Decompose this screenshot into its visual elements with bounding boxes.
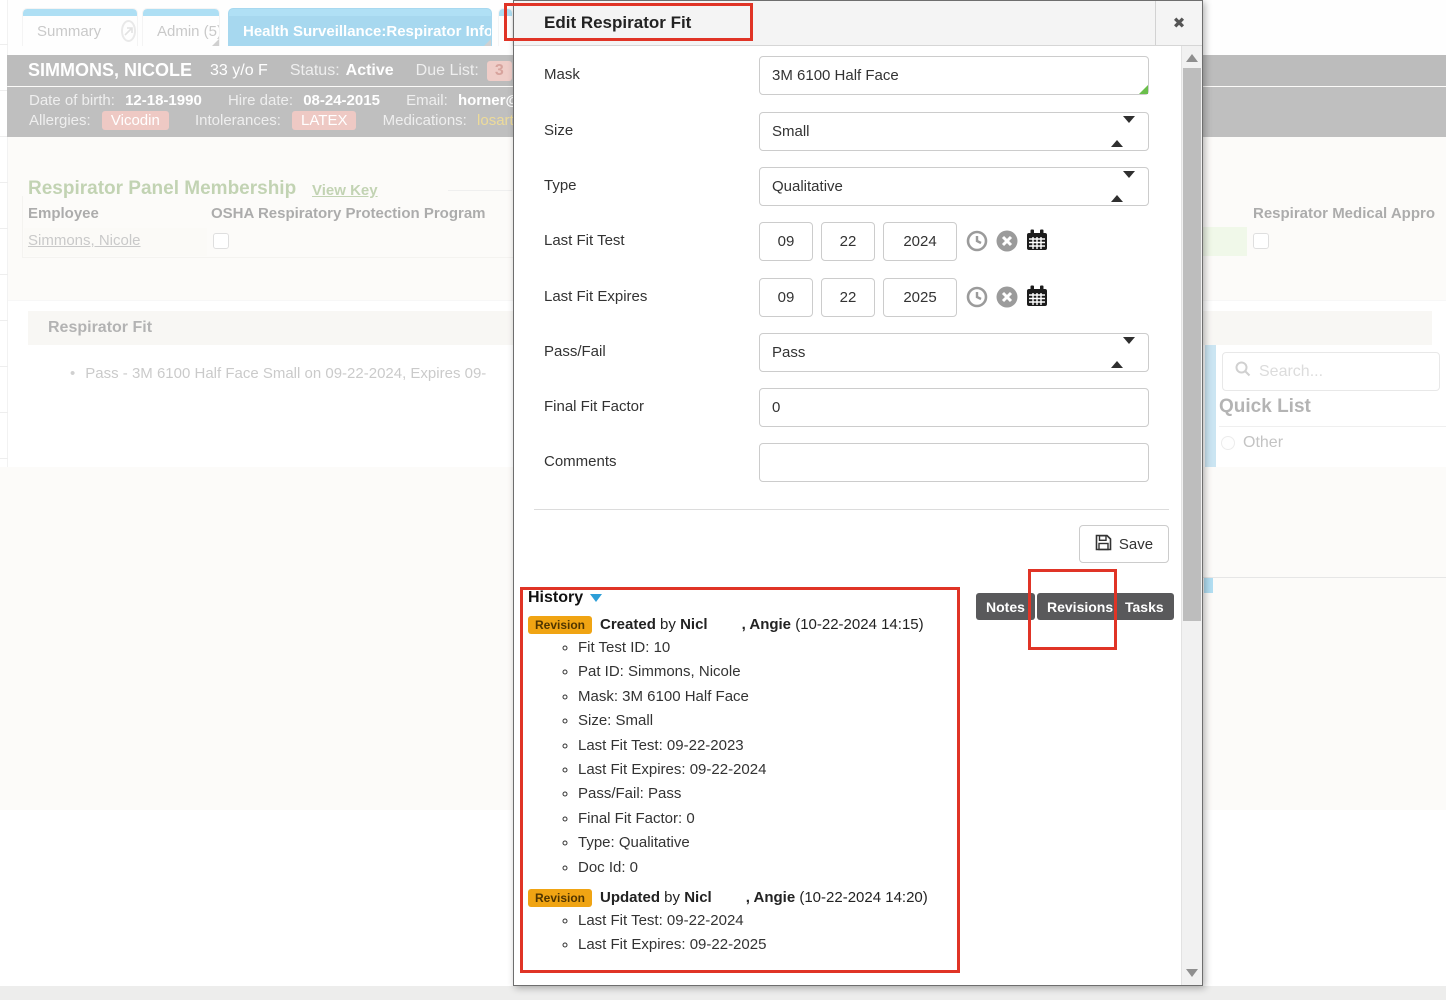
- revision-entry-header: Revision Created by Nicl , Angie (10-22-20…: [528, 616, 970, 633]
- type-value: Qualitative: [772, 178, 843, 195]
- clock-icon[interactable]: [966, 286, 990, 310]
- mask-input[interactable]: [759, 56, 1149, 95]
- last-fit-expires-label: Last Fit Expires: [544, 288, 647, 305]
- form-divider: [534, 509, 1169, 510]
- edit-respirator-fit-modal: Edit Respirator Fit ✖ Mask Size Small Ty…: [513, 0, 1203, 986]
- revision-badge: Revision: [528, 889, 592, 907]
- scroll-down-arrow-icon[interactable]: [1186, 969, 1198, 977]
- revision-field-item: Size: Small: [578, 709, 970, 733]
- revision-field-item: Doc Id: 0: [578, 856, 970, 880]
- revision-action: Created: [600, 616, 656, 633]
- revision-field-list: Fit Test ID: 10Pat ID: Simmons, NicoleMa…: [528, 636, 970, 880]
- pass-fail-value: Pass: [772, 344, 805, 361]
- revisions-button[interactable]: Revisions: [1037, 593, 1123, 620]
- revision-author-rest: , Angie: [746, 889, 795, 906]
- clock-icon[interactable]: [966, 230, 990, 254]
- last-fit-test-day[interactable]: [821, 222, 875, 261]
- history-collapse-caret-icon[interactable]: [590, 594, 602, 602]
- revision-field-item: Pat ID: Simmons, Nicole: [578, 660, 970, 684]
- revision-field-item: Last Fit Test: 09-22-2024: [578, 909, 970, 933]
- select-arrows-icon: [1111, 344, 1135, 361]
- last-fit-expires-day[interactable]: [821, 278, 875, 317]
- save-icon: [1095, 534, 1112, 555]
- modal-title: Edit Respirator Fit: [544, 1, 691, 45]
- clear-date-icon[interactable]: [996, 286, 1020, 310]
- clear-date-icon[interactable]: [996, 230, 1020, 254]
- revision-by: by: [656, 616, 680, 633]
- calendar-icon[interactable]: [1025, 284, 1049, 308]
- size-select[interactable]: Small: [759, 112, 1149, 151]
- tasks-button[interactable]: Tasks: [1115, 593, 1174, 620]
- pass-fail-label: Pass/Fail: [544, 343, 606, 360]
- last-fit-test-label: Last Fit Test: [544, 232, 625, 249]
- mask-label: Mask: [544, 66, 580, 83]
- revision-field-item: Fit Test ID: 10: [578, 636, 970, 660]
- revision-field-item: Pass/Fail: Pass: [578, 782, 970, 806]
- revision-author-rest: , Angie: [742, 616, 791, 633]
- type-select[interactable]: Qualitative: [759, 167, 1149, 206]
- comments-input[interactable]: [759, 443, 1149, 482]
- revision-action: Updated: [600, 889, 660, 906]
- select-arrows-icon: [1111, 123, 1135, 140]
- type-label: Type: [544, 177, 577, 194]
- modal-scrollbar[interactable]: [1181, 46, 1202, 985]
- save-button[interactable]: Save: [1079, 525, 1169, 563]
- last-fit-test-year[interactable]: [883, 222, 957, 261]
- select-arrows-icon: [1111, 178, 1135, 195]
- revision-field-item: Mask: 3M 6100 Half Face: [578, 685, 970, 709]
- revision-author-first: Nicl: [680, 616, 708, 633]
- history-entries: Revision Created by Nicl , Angie (10-22-20…: [528, 616, 970, 958]
- final-fit-factor-input[interactable]: [759, 388, 1149, 427]
- pass-fail-select[interactable]: Pass: [759, 333, 1149, 372]
- revision-by: by: [660, 889, 684, 906]
- revision-field-item: Type: Qualitative: [578, 831, 970, 855]
- revision-timestamp: (10-22-2024 14:20): [795, 889, 928, 906]
- history-section: History Revision Created by Nicl , Angie (…: [528, 589, 970, 958]
- last-fit-expires-month[interactable]: [759, 278, 813, 317]
- revision-badge: Revision: [528, 616, 592, 634]
- scroll-up-arrow-icon[interactable]: [1186, 54, 1198, 62]
- close-icon[interactable]: ✖: [1155, 1, 1202, 45]
- modal-header: Edit Respirator Fit ✖: [514, 1, 1202, 46]
- revision-timestamp: (10-22-2024 14:15): [791, 616, 924, 633]
- save-label: Save: [1119, 536, 1153, 553]
- history-title: History: [528, 589, 583, 607]
- last-fit-test-month[interactable]: [759, 222, 813, 261]
- revision-field-item: Last Fit Expires: 09-22-2025: [578, 933, 970, 957]
- resize-grip[interactable]: [1139, 85, 1148, 94]
- revision-entry-header: Revision Updated by Nicl , Angie (10-22-20…: [528, 889, 970, 906]
- size-value: Small: [772, 123, 810, 140]
- scrollbar-thumb[interactable]: [1183, 68, 1201, 621]
- revision-field-item: Final Fit Factor: 0: [578, 807, 970, 831]
- final-fit-factor-label: Final Fit Factor: [544, 398, 644, 415]
- calendar-icon[interactable]: [1025, 228, 1049, 252]
- revision-author-first: Nicl: [684, 889, 712, 906]
- size-label: Size: [544, 122, 573, 139]
- notes-button[interactable]: Notes: [976, 593, 1035, 620]
- revision-field-list: Last Fit Test: 09-22-2024Last Fit Expire…: [528, 909, 970, 958]
- revision-field-item: Last Fit Expires: 09-22-2024: [578, 758, 970, 782]
- comments-label: Comments: [544, 453, 617, 470]
- revision-field-item: Last Fit Test: 09-22-2023: [578, 734, 970, 758]
- last-fit-expires-year[interactable]: [883, 278, 957, 317]
